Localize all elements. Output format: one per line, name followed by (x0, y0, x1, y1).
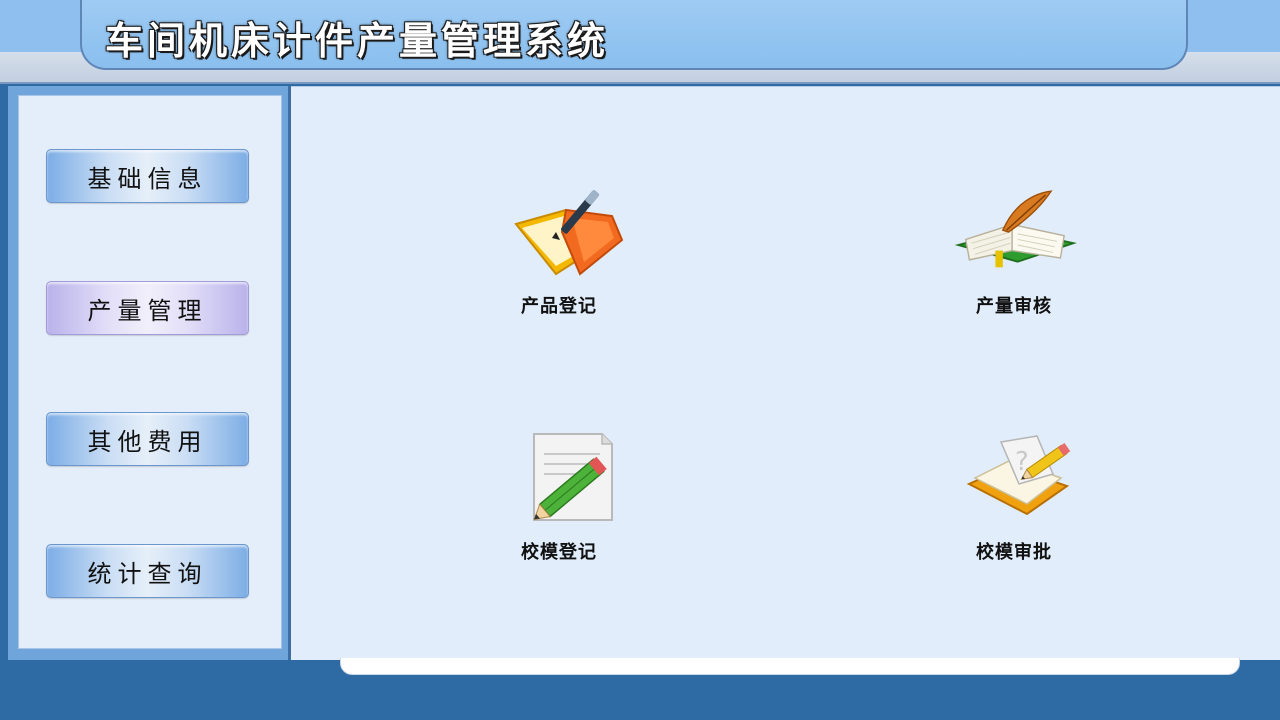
sidebar-item-other-expenses[interactable]: 其他费用 (46, 412, 249, 466)
sidebar-item-label: 统计查询 (87, 559, 208, 588)
sidebar-item-basic-info[interactable]: 基础信息 (46, 149, 249, 203)
book-quill-icon (949, 182, 1079, 282)
tile-product-registration[interactable]: 产品登记 (479, 182, 639, 318)
sidebar-item-label: 基础信息 (87, 164, 208, 193)
tile-output-review[interactable]: 产量审核 (934, 182, 1094, 318)
tile-label: 校模审批 (976, 542, 1052, 563)
footer-bar (340, 658, 1240, 675)
tile-label: 校模登记 (521, 542, 597, 563)
folder-pen-icon (494, 182, 624, 282)
tile-label: 产量审核 (976, 296, 1052, 317)
document-pencil-icon (494, 428, 624, 528)
tile-label: 产品登记 (521, 296, 597, 317)
notebook-pencil-icon: ? (949, 428, 1079, 528)
main-panel (291, 86, 1280, 660)
sidebar-item-output-management[interactable]: 产量管理 (46, 281, 249, 335)
tile-mold-approval[interactable]: ? 校模审批 (934, 428, 1094, 564)
tile-mold-registration[interactable]: 校模登记 (479, 428, 639, 564)
sidebar-item-label: 其他费用 (87, 427, 208, 456)
header: 车间机床计件产量管理系统 (0, 0, 1280, 86)
sidebar-item-label: 产量管理 (87, 296, 208, 325)
app-title: 车间机床计件产量管理系统 (105, 19, 610, 63)
sidebar-item-statistics-query[interactable]: 统计查询 (46, 544, 249, 598)
